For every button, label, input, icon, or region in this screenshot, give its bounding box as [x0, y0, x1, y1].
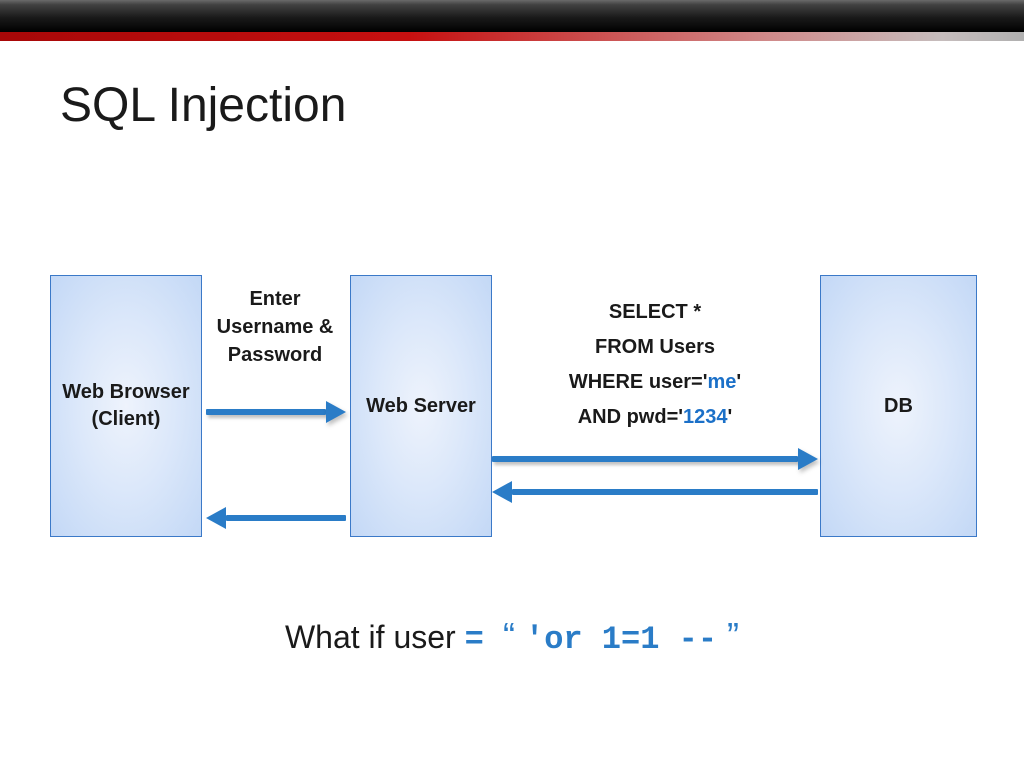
sql-line3-pre: WHERE user=' [569, 371, 708, 393]
node-database-label: DB [884, 393, 913, 420]
sql-line4: AND pwd='1234' [490, 400, 820, 435]
slide-top-bar [0, 0, 1024, 32]
question-eq: = [465, 621, 503, 658]
slide-title: SQL Injection [60, 78, 346, 133]
question-what-if: What if user = “ 'or 1=1 -- ” [0, 615, 1024, 658]
sql-line3-val: me [708, 371, 737, 393]
label-sql-query: SELECT * FROM Users WHERE user='me' AND … [490, 295, 820, 435]
node-database: DB [820, 275, 977, 537]
sql-line3: WHERE user='me' [490, 365, 820, 400]
question-close-quote: ” [717, 615, 739, 656]
question-open-quote: “ [503, 615, 525, 656]
node-web-browser-label: Web Browser (Client) [51, 379, 201, 433]
sql-line4-val: 1234 [683, 406, 728, 428]
node-web-server: Web Server [350, 275, 492, 537]
sql-line1: SELECT * [490, 295, 820, 330]
sql-line2: FROM Users [490, 330, 820, 365]
sql-line3-post: ' [736, 371, 741, 393]
node-web-browser: Web Browser (Client) [50, 275, 202, 537]
node-web-server-label: Web Server [366, 393, 476, 420]
label-enter-credentials: Enter Username & Password [200, 285, 350, 369]
question-prefix: What if user [285, 619, 465, 655]
question-payload: 'or 1=1 -- [525, 621, 717, 658]
sql-line4-post: ' [728, 406, 733, 428]
slide-accent-strip [0, 32, 1024, 41]
sql-line4-pre: AND pwd=' [578, 406, 683, 428]
